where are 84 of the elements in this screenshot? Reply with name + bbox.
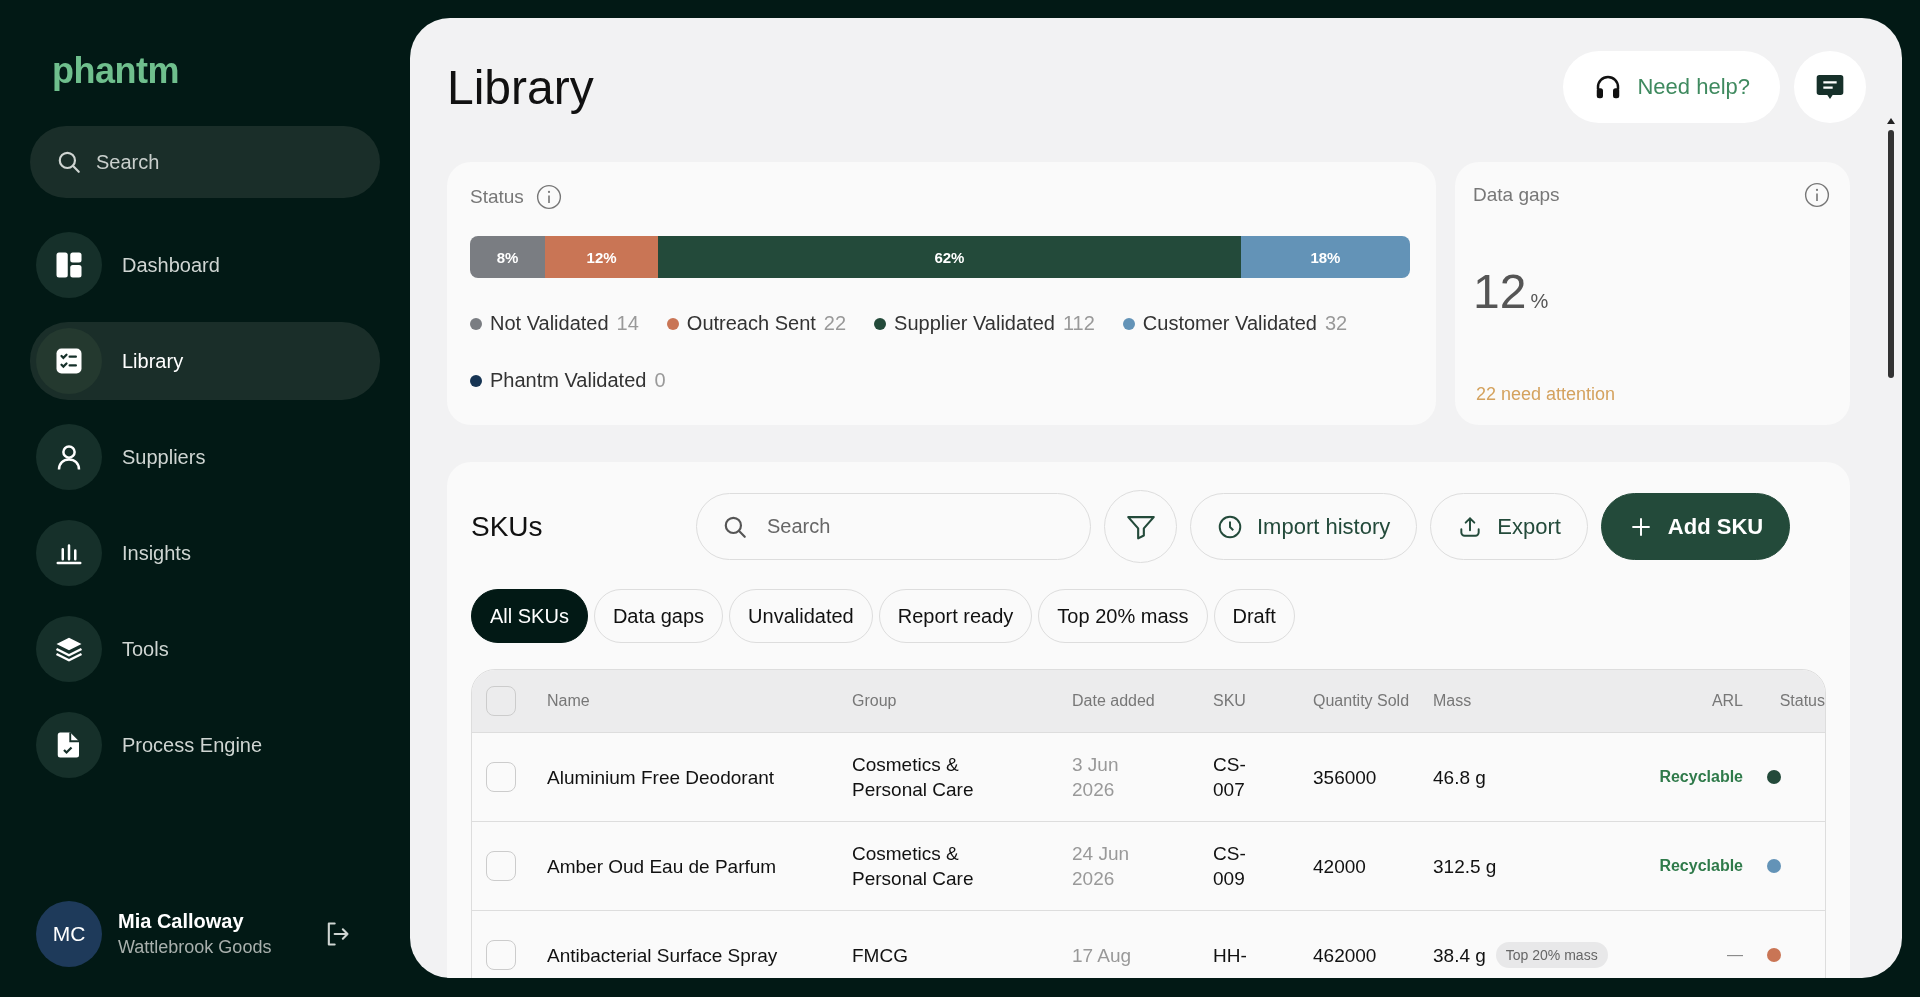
legend-count: 32 — [1325, 312, 1348, 335]
filter-chip[interactable]: Report ready — [878, 589, 1033, 643]
column-header[interactable]: Group — [852, 692, 1072, 710]
filter-chip[interactable]: Top 20% mass — [1038, 589, 1208, 643]
clock-icon — [1217, 513, 1243, 540]
legend-label: Phantm Validated — [490, 369, 647, 392]
table-cell-text: 3 Jun 2026 — [1072, 753, 1120, 802]
legend-count: 14 — [616, 312, 639, 335]
table-cell-text: 46.8 g — [1433, 765, 1486, 790]
table-cell-text: 42000 — [1313, 854, 1367, 879]
column-header[interactable]: SKU — [1213, 692, 1313, 710]
dashboard-icon — [54, 250, 84, 280]
table-cell-text: Amber Oud Eau de Parfum — [547, 854, 778, 879]
arl-label: — — [1727, 946, 1743, 964]
status-bar-segment: 62% — [658, 236, 1241, 278]
status-bar-segment: 8% — [470, 236, 546, 278]
user-avatar: MC — [36, 901, 102, 967]
table-cell-text: FMCG — [852, 943, 909, 968]
checklist-icon — [54, 346, 84, 376]
legend-count: 112 — [1062, 312, 1095, 335]
legend-label: Customer Validated — [1142, 312, 1317, 335]
column-header[interactable]: Date added — [1072, 692, 1213, 710]
export-button[interactable]: Export — [1430, 493, 1588, 560]
table-cell-text: 356000 — [1313, 765, 1378, 790]
column-header[interactable]: Name — [547, 692, 852, 710]
gap-value: 12 — [1473, 264, 1527, 319]
user-name: Mia Calloway — [118, 910, 245, 933]
add-button[interactable]: Add SKU — [1600, 493, 1791, 560]
table-cell-text: HH- — [1213, 943, 1248, 968]
search-icon — [56, 149, 82, 175]
company-name: Wattlebrook Goods — [118, 937, 272, 958]
table-cell-text: 24 Jun 2026 — [1072, 842, 1131, 891]
table-cell-text: CS-009 — [1213, 842, 1247, 891]
nav-item[interactable]: Process Engine — [30, 712, 380, 778]
table-cell-text: Aluminium Free Deodorant — [547, 765, 776, 790]
info-icon[interactable] — [535, 184, 562, 210]
arl-label: Recyclable — [1659, 768, 1743, 786]
table-cell-text: Antibacterial Surface Spray — [547, 943, 779, 968]
nav-item[interactable]: Dashboard — [30, 232, 380, 298]
card-title: Status — [470, 186, 524, 208]
mass-tag: Top 20% mass — [1495, 942, 1608, 968]
arl-label: Recyclable — [1659, 857, 1743, 875]
legend-label: Outreach Sent — [686, 312, 816, 335]
row-checkbox[interactable] — [486, 762, 516, 792]
card-title: Data gaps — [1473, 184, 1560, 206]
table-cell-text: CS-007 — [1213, 753, 1247, 802]
table-cell-text: Cosmetics & Personal Care — [852, 842, 975, 891]
legend-label: Not Validated — [490, 312, 609, 335]
nav-item[interactable]: Library — [30, 322, 380, 400]
search-field[interactable]: Search — [30, 126, 380, 198]
info-icon[interactable] — [1804, 182, 1830, 208]
column-header[interactable]: Mass — [1433, 692, 1633, 710]
attention-note: 22 need attention — [1475, 384, 1617, 405]
table-cell-text: 312.5 g — [1433, 854, 1497, 879]
table-cell-text: 17 Aug — [1072, 943, 1133, 968]
status-bar-segment: 18% — [1240, 236, 1410, 278]
row-checkbox[interactable] — [486, 851, 516, 881]
legend-label: Supplier Validated — [894, 312, 1055, 335]
table-cell-text: 462000 — [1313, 943, 1378, 968]
history-button[interactable]: Import history — [1190, 493, 1418, 560]
column-header[interactable]: Quantity Sold — [1313, 692, 1433, 710]
filter-chip[interactable]: Unvalidated — [729, 589, 873, 643]
search-field[interactable]: Search — [696, 493, 1091, 560]
select-all-checkbox[interactable] — [486, 686, 516, 716]
table-cell-text: Cosmetics & Personal Care — [852, 753, 975, 802]
scrollbar[interactable] — [1886, 118, 1896, 378]
table-cell-text: 38.4 g — [1433, 943, 1486, 968]
section-title: SKUs — [471, 510, 544, 543]
column-header[interactable]: Status — [1779, 692, 1825, 710]
filter-chip[interactable]: All SKUs — [471, 589, 588, 643]
gap-unit: % — [1530, 290, 1549, 313]
logo: phantm — [52, 50, 180, 90]
filter-chip[interactable]: Draft — [1213, 589, 1295, 643]
legend-count: 22 — [823, 312, 847, 335]
legend-count: 0 — [654, 369, 666, 392]
filter-chip[interactable]: Data gaps — [593, 589, 724, 643]
help-button[interactable]: Need help? — [1563, 51, 1780, 123]
page-title: Library — [447, 59, 595, 115]
nav-item[interactable]: Insights — [30, 520, 380, 586]
column-header[interactable]: ARL — [1711, 692, 1743, 710]
nav-item[interactable]: Suppliers — [30, 424, 380, 490]
nav-item[interactable]: Tools — [30, 616, 380, 682]
status-bar-segment: 12% — [545, 236, 658, 278]
row-checkbox[interactable] — [486, 940, 516, 970]
